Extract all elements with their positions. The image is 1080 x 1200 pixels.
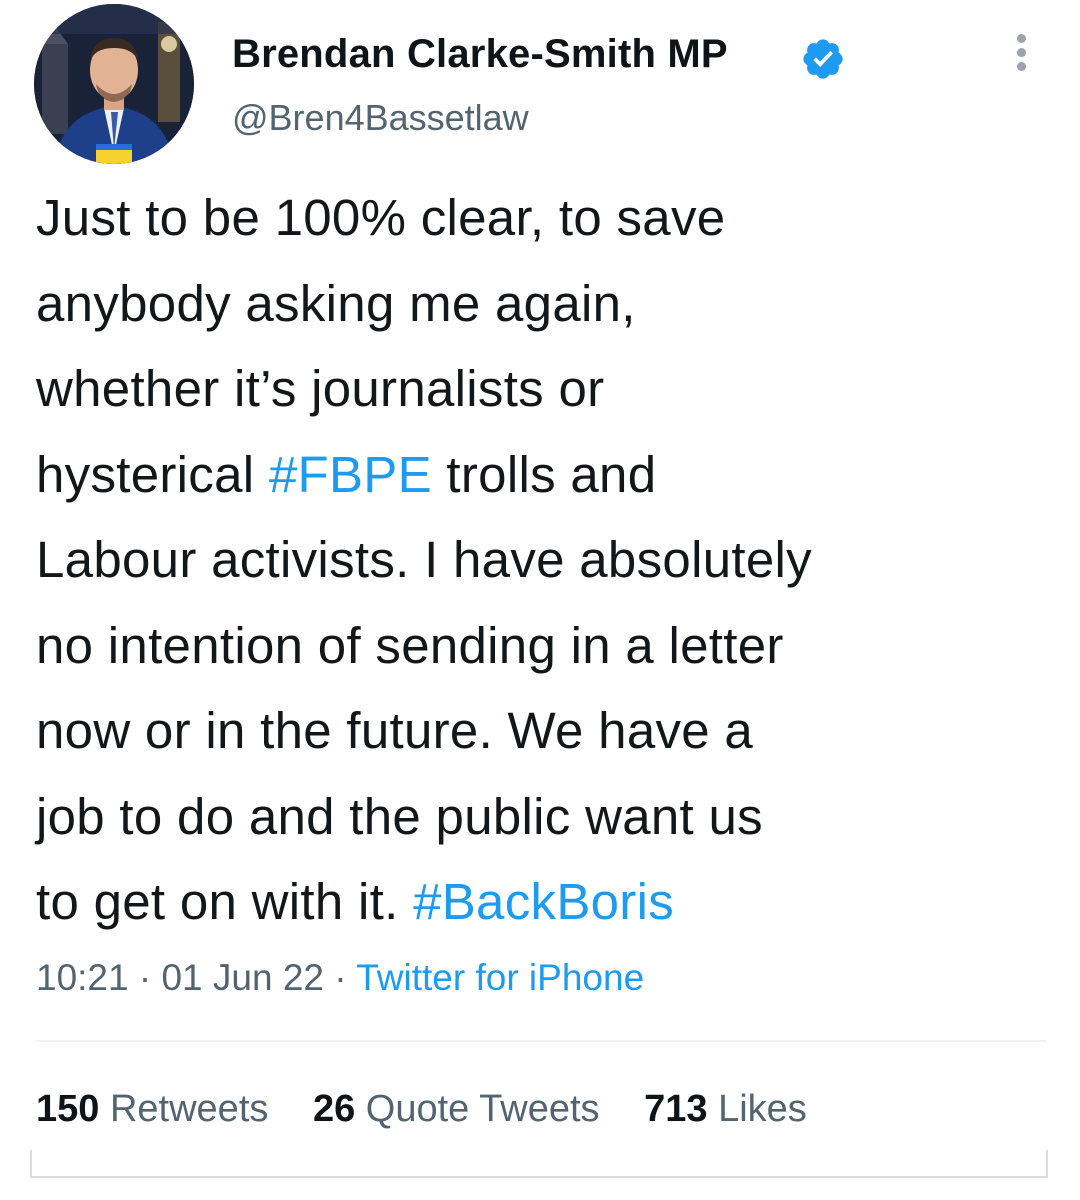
tweet-text-segment: Just to be 100% clear, to save: [36, 189, 726, 246]
tweet-text-line: whether it’s journalists or: [36, 346, 1056, 432]
more-options-icon[interactable]: [1006, 30, 1036, 78]
action-bar-edge: [30, 1150, 1048, 1178]
likes-count: 713: [644, 1088, 708, 1130]
quote-tweets-count: 26: [312, 1088, 356, 1130]
hashtag-link[interactable]: #FBPE: [269, 446, 432, 503]
tweet-stats: 150 Retweets 26 Quote Tweets 713 Likes: [36, 1085, 841, 1133]
retweets-stat[interactable]: 150 Retweets: [36, 1088, 268, 1130]
tweet-meta: 10:21 · 01 Jun 22 · Twitter for iPhone: [36, 954, 644, 1002]
likes-label: Likes: [718, 1088, 807, 1130]
tweet-text-line: job to do and the public want us: [36, 774, 1056, 860]
author-display-name[interactable]: Brendan Clarke-Smith MP: [232, 30, 728, 78]
tweet-source-link[interactable]: Twitter for iPhone: [356, 957, 644, 998]
tweet-text-segment: Labour activists. I have absolutely: [36, 531, 812, 588]
tweet-time[interactable]: 10:21: [36, 957, 129, 998]
meta-separator: ·: [128, 957, 162, 998]
tweet-text-line: no intention of sending in a letter: [36, 603, 1056, 689]
retweets-label: Retweets: [109, 1088, 269, 1130]
quote-tweets-stat[interactable]: 26 Quote Tweets: [313, 1088, 600, 1130]
quote-tweets-label: Quote Tweets: [365, 1088, 600, 1130]
likes-stat[interactable]: 713 Likes: [644, 1088, 807, 1130]
tweet-text-line: Labour activists. I have absolutely: [36, 517, 1056, 603]
tweet-text-segment: no intention of sending in a letter: [36, 616, 784, 674]
meta-separator: ·: [324, 957, 357, 998]
tweet-text-segment: job to do and the public want us: [36, 787, 763, 845]
tweet-text-segment: whether it’s journalists or: [36, 360, 605, 417]
tweet-text-line: to get on with it. #BackBoris: [36, 859, 1056, 945]
tweet-text-segment: now or in the future. We have a: [36, 702, 754, 759]
tweet-text-segment: hysterical: [36, 445, 269, 503]
tweet-card: Brendan Clarke-Smith MP @Bren4Bassetlaw …: [0, 0, 1080, 1200]
tweet-text-line: hysterical #FBPE trolls and: [36, 432, 1056, 518]
tweet-text-line: now or in the future. We have a: [36, 688, 1056, 774]
avatar-photo-icon: [34, 4, 194, 164]
tweet-text-line: Just to be 100% clear, to save: [36, 175, 1056, 261]
tweet-text-segment: anybody asking me again,: [36, 274, 636, 332]
tweet-text: Just to be 100% clear, to save anybody as…: [36, 175, 1056, 945]
verified-badge-icon: [803, 39, 843, 79]
tweet-text-segment: trolls and: [431, 445, 657, 503]
avatar[interactable]: [34, 4, 194, 164]
hashtag-link[interactable]: #BackBoris: [413, 873, 674, 930]
author-handle[interactable]: @Bren4Bassetlaw: [232, 96, 529, 140]
tweet-date[interactable]: 01 Jun 22: [161, 957, 324, 998]
tweet-text-segment: to get on with it.: [36, 873, 414, 930]
tweet-text-line: anybody asking me again,: [36, 261, 1056, 347]
divider: [36, 1040, 1046, 1042]
retweets-count: 150: [36, 1088, 100, 1130]
